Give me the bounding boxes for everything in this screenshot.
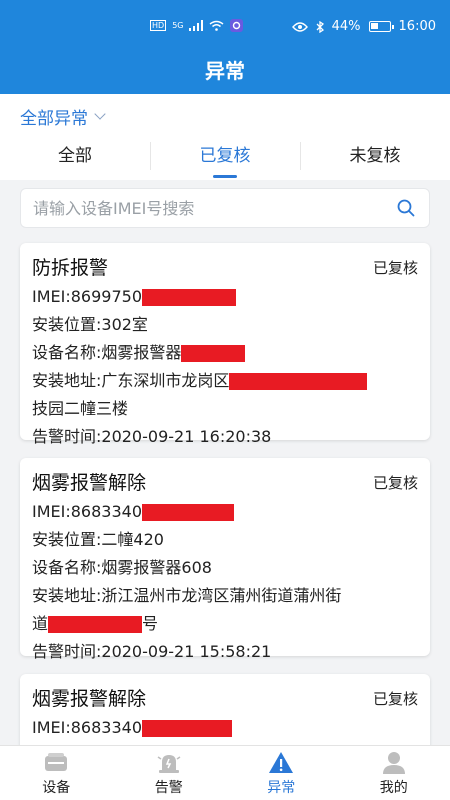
nav-item-device[interactable]: 设备: [0, 746, 113, 800]
redaction-mark: [181, 345, 246, 362]
battery-percent: 44%: [331, 19, 361, 34]
install-address-prefix: 道: [32, 614, 49, 633]
search-box: [20, 188, 430, 228]
bottom-navigation: 设备 告警 异常 我的: [0, 745, 450, 800]
hd-badge: HD: [150, 20, 167, 31]
install-location-value: 安装位置:二幢420: [32, 530, 164, 549]
redaction-mark: [142, 720, 232, 737]
5g-badge: 5G: [172, 21, 184, 30]
search-section: [0, 180, 450, 236]
nav-item-profile[interactable]: 我的: [338, 746, 450, 800]
status-right: 44% 16:00: [291, 19, 436, 34]
chevron-down-icon: [94, 108, 106, 120]
install-location-value: 安装位置:302室: [32, 315, 148, 334]
alarm-time-value: 告警时间:2020-09-21 15:58:21: [32, 642, 272, 661]
install-address-value: 安装地址:广东深圳市龙岗区: [32, 371, 230, 390]
card-title: 烟雾报警解除: [32, 472, 147, 494]
imei-row: IMEI:8683340: [32, 714, 418, 742]
redaction-mark: [142, 504, 234, 521]
device-name-value: 设备名称:烟雾报警器: [32, 343, 182, 362]
exception-filter-dropdown[interactable]: 全部异常: [20, 104, 106, 129]
battery-icon: [368, 21, 394, 32]
imei-value: IMEI:8683340: [32, 718, 142, 737]
imei-value: IMEI:8683340: [32, 502, 142, 521]
signal-icon: [189, 20, 204, 31]
install-address-continued: 技园二幢三楼: [32, 399, 129, 418]
exception-card[interactable]: 烟雾报警解除 已复核 IMEI:8683340 安装位置:二幢420 设备名称:…: [20, 458, 430, 661]
nav-label: 我的: [379, 780, 408, 796]
card-title: 防拆报警: [32, 257, 109, 279]
clock: 16:00: [398, 19, 436, 34]
redaction-mark: [48, 616, 143, 633]
network-indicators: HD 5G: [150, 19, 244, 32]
nav-label: 设备: [42, 780, 71, 796]
install-address-value: 安装地址:浙江温州市龙湾区蒲州街道蒲州街: [32, 586, 342, 605]
card-title: 烟雾报警解除: [32, 688, 147, 710]
warning-icon: [269, 752, 294, 773]
app-bar: 异常: [0, 48, 450, 94]
app-notification-icon: [230, 19, 244, 32]
install-address-row-continued: 道 号: [32, 610, 418, 638]
search-icon[interactable]: [397, 199, 415, 217]
page-title: 异常: [205, 59, 245, 83]
alarm-time-row: 告警时间:2020-09-21 15:58:21: [32, 638, 418, 666]
eye-icon: [291, 21, 308, 32]
install-address-suffix: 号: [142, 614, 159, 633]
install-location-row: 安装位置:二幢420: [32, 526, 418, 554]
wifi-icon: [210, 20, 224, 31]
redaction-mark: [229, 373, 368, 390]
battery-level: [370, 23, 378, 29]
install-address-row: 安装地址:浙江温州市龙湾区蒲州街道蒲州街: [32, 582, 418, 610]
install-location-row: 安装位置:302室: [32, 311, 418, 339]
install-address-row-continued: 技园二幢三楼: [32, 395, 418, 423]
redaction-mark: [142, 289, 236, 306]
filter-bar: 全部异常: [0, 94, 450, 136]
imei-row: IMEI:8699750: [32, 283, 418, 311]
device-name-row: 设备名称:烟雾报警器: [32, 339, 418, 367]
install-address-row: 安装地址:广东深圳市龙岗区: [32, 367, 418, 395]
bluetooth-icon: [316, 20, 324, 33]
tab-unreviewed[interactable]: 未复核: [300, 136, 450, 180]
exception-card[interactable]: 防拆报警 已复核 IMEI:8699750 安装位置:302室 设备名称:烟雾报…: [20, 243, 430, 446]
device-icon: [45, 753, 68, 771]
tab-all[interactable]: 全部: [0, 136, 150, 180]
imei-value: IMEI:8699750: [32, 287, 142, 306]
alarm-icon: [157, 755, 181, 773]
nav-label: 异常: [267, 780, 296, 796]
nav-label: 告警: [154, 780, 183, 796]
nav-item-exception[interactable]: 异常: [225, 746, 338, 800]
tab-reviewed[interactable]: 已复核: [150, 136, 300, 180]
alarm-time-row: 告警时间:2020-09-21 16:20:38: [32, 423, 418, 451]
review-status-badge: 已复核: [372, 690, 418, 708]
review-tabs: 全部 已复核 未复核: [0, 136, 450, 180]
nav-item-alarm[interactable]: 告警: [113, 746, 226, 800]
search-input[interactable]: [21, 189, 371, 227]
imei-row: IMEI:8683340: [32, 498, 418, 526]
review-status-badge: 已复核: [372, 259, 418, 277]
device-name-row: 设备名称:烟雾报警器608: [32, 554, 418, 582]
profile-icon: [382, 752, 405, 774]
review-status-badge: 已复核: [372, 474, 418, 492]
device-name-value: 设备名称:烟雾报警器608: [32, 558, 212, 577]
filter-selected-label: 全部异常: [20, 109, 88, 129]
status-bar: HD 5G 44% 16:00: [0, 0, 450, 48]
alarm-time-value: 告警时间:2020-09-21 16:20:38: [32, 427, 272, 446]
